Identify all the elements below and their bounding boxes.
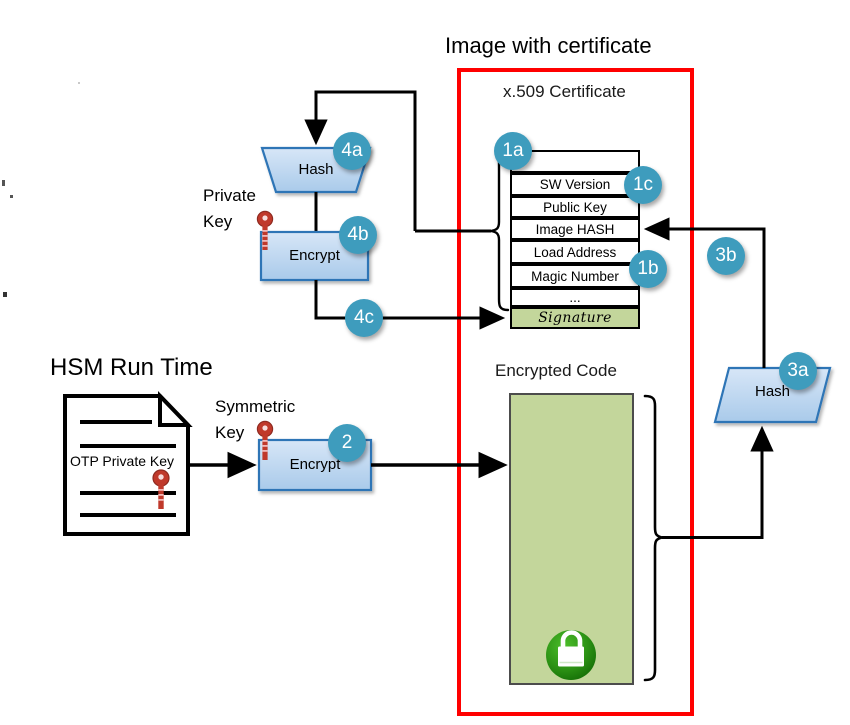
cert-rows-brace bbox=[490, 150, 510, 312]
cert-row-magic-number: Magic Number bbox=[510, 264, 640, 288]
badge-4b[interactable]: 4b bbox=[339, 216, 377, 254]
badge-1c[interactable]: 1c bbox=[624, 166, 662, 204]
connector-code-to-hash-right bbox=[662, 425, 774, 539]
badge-4a[interactable]: 4a bbox=[333, 132, 371, 170]
hsm-run-time-title: HSM Run Time bbox=[50, 354, 213, 381]
image-with-certificate-title: Image with certificate bbox=[445, 33, 652, 58]
cert-row-image-hash: Image HASH bbox=[510, 218, 640, 240]
cert-row-signature: Signature bbox=[510, 307, 640, 329]
certificate-title: x.509 Certificate bbox=[503, 82, 626, 101]
connector-hash-right-to-image-hash bbox=[643, 217, 766, 368]
private-key-label-line2: Key bbox=[203, 212, 233, 231]
speck-artifact bbox=[2, 180, 5, 186]
code-brace bbox=[643, 394, 663, 682]
badge-2[interactable]: 2 bbox=[328, 424, 366, 462]
private-key-label-line1: Private bbox=[203, 186, 256, 205]
connector-encrypt-to-signature bbox=[314, 280, 506, 330]
encrypted-code-label: Encrypted Code bbox=[495, 361, 617, 380]
padlock-icon bbox=[546, 630, 596, 680]
symmetric-key-label-line2: Key bbox=[215, 423, 245, 442]
cert-row-ellipsis: ... bbox=[510, 288, 640, 307]
speck-artifact bbox=[10, 195, 13, 198]
badge-1a[interactable]: 1a bbox=[494, 132, 532, 170]
diagram-canvas: Image with certificate x.509 Certificate… bbox=[0, 0, 850, 725]
hash-right-label: Hash bbox=[754, 383, 791, 400]
speck-artifact bbox=[78, 82, 80, 84]
badge-3b[interactable]: 3b bbox=[707, 237, 745, 275]
symmetric-key-label-line1: Symmetric bbox=[215, 397, 296, 416]
cert-row-sw-version: SW Version bbox=[510, 173, 640, 196]
cert-row-load-address: Load Address bbox=[510, 240, 640, 264]
cert-row-public-key: Public Key bbox=[510, 196, 640, 218]
speck-artifact bbox=[3, 292, 7, 297]
otp-private-key-label: OTP Private Key bbox=[70, 453, 175, 469]
badge-3a[interactable]: 3a bbox=[779, 352, 817, 390]
badge-4c[interactable]: 4c bbox=[345, 299, 383, 337]
badge-1b[interactable]: 1b bbox=[629, 250, 667, 288]
